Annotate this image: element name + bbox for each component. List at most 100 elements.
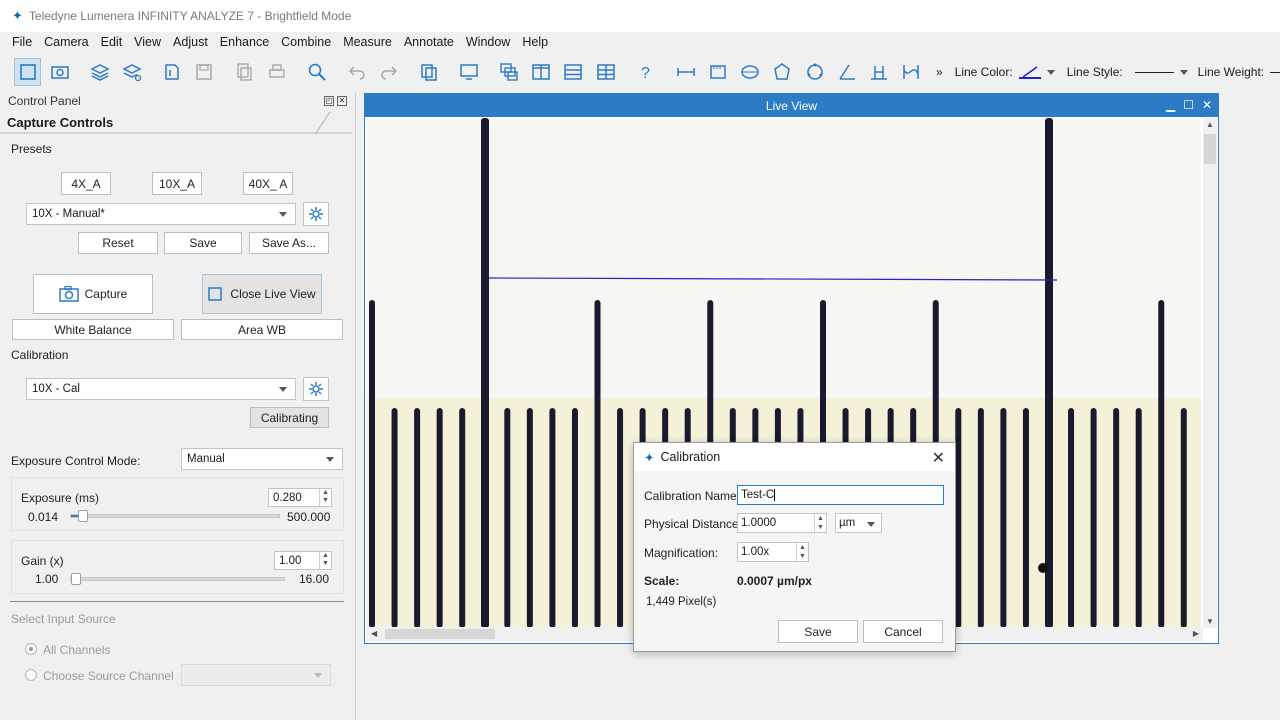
- redo-icon[interactable]: [375, 58, 402, 86]
- line-weight-swatch[interactable]: [1270, 71, 1280, 73]
- camera-icon: [58, 286, 79, 302]
- menu-file[interactable]: File: [12, 35, 32, 49]
- measure-profile-icon[interactable]: [898, 58, 925, 86]
- calibration-name-input[interactable]: Test-C: [737, 485, 944, 505]
- maximize-icon[interactable]: ☐: [1183, 98, 1194, 112]
- close-icon[interactable]: ✕: [1202, 98, 1212, 112]
- line-style-swatch[interactable]: [1134, 71, 1174, 73]
- tile-vertical-icon[interactable]: [528, 58, 555, 86]
- preset-10x-button[interactable]: 10X_A: [152, 172, 202, 195]
- copy-doc-icon[interactable]: [231, 58, 258, 86]
- open-file-icon[interactable]: [159, 58, 186, 86]
- menu-view[interactable]: View: [134, 35, 161, 49]
- menu-enhance[interactable]: Enhance: [220, 35, 269, 49]
- close-icon[interactable]: ✕: [932, 448, 945, 468]
- measure-ellipse-icon[interactable]: [737, 58, 764, 86]
- close-panel-icon[interactable]: ✕: [337, 96, 347, 106]
- duplicate-icon[interactable]: [415, 58, 442, 86]
- menu-combine[interactable]: Combine: [281, 35, 331, 49]
- graticule-line: [481, 300, 488, 628]
- menu-help[interactable]: Help: [522, 35, 548, 49]
- measure-line-icon[interactable]: [672, 58, 699, 86]
- calibration-save-button[interactable]: Save: [778, 620, 858, 643]
- unit-select[interactable]: µm: [835, 513, 882, 533]
- monitor-icon[interactable]: [455, 58, 482, 86]
- menu-annotate[interactable]: Annotate: [404, 35, 454, 49]
- menu-adjust[interactable]: Adjust: [173, 35, 208, 49]
- divider: [10, 601, 344, 602]
- minimize-icon[interactable]: ▁: [1166, 98, 1175, 112]
- reset-button[interactable]: Reset: [78, 232, 158, 254]
- scroll-up-icon[interactable]: ▲: [1206, 120, 1214, 129]
- undo-icon[interactable]: [343, 58, 370, 86]
- menu-camera[interactable]: Camera: [44, 35, 88, 49]
- scroll-left-icon[interactable]: ◀: [371, 629, 377, 638]
- measure-rect-icon[interactable]: [704, 58, 731, 86]
- all-channels-label: All Channels: [43, 643, 111, 657]
- spin-arrows-icon[interactable]: ▲ ▼: [814, 514, 826, 532]
- tile-horizontal-icon[interactable]: [560, 58, 587, 86]
- physical-distance-input[interactable]: 1.0000 ▲ ▼: [737, 513, 827, 533]
- measure-circle-icon[interactable]: [801, 58, 828, 86]
- tile-grid-icon[interactable]: [592, 58, 619, 86]
- cascade-icon[interactable]: [495, 58, 522, 86]
- preset-select[interactable]: 10X - Manual*: [26, 203, 296, 225]
- menu-window[interactable]: Window: [466, 35, 510, 49]
- gain-slider-thumb[interactable]: [71, 573, 81, 585]
- line-style-dropdown-icon[interactable]: [1179, 69, 1188, 75]
- spin-arrows-icon[interactable]: ▲ ▼: [319, 552, 331, 569]
- vertical-scrollbar[interactable]: ▲ ▼: [1203, 118, 1217, 628]
- calibration-settings-button[interactable]: [303, 377, 329, 401]
- graticule-line: [1135, 408, 1142, 628]
- exposure-slider[interactable]: [70, 510, 280, 522]
- save-preset-button[interactable]: Save: [164, 232, 242, 254]
- help-icon[interactable]: ?: [632, 58, 659, 86]
- calibrating-button[interactable]: Calibrating: [250, 407, 329, 428]
- preset-settings-button[interactable]: [303, 202, 329, 226]
- measure-count-icon[interactable]: [866, 58, 893, 86]
- capture-controls-tab[interactable]: Capture Controls: [0, 112, 352, 134]
- stack-icon[interactable]: [86, 58, 113, 86]
- select-tool-icon[interactable]: [14, 58, 42, 86]
- choose-source-radio[interactable]: [25, 669, 37, 681]
- menu-measure[interactable]: Measure: [343, 35, 392, 49]
- float-panel-icon[interactable]: ◰: [324, 96, 334, 106]
- save-as-button[interactable]: Save As...: [249, 232, 329, 254]
- toolbar-overflow-icon[interactable]: »: [936, 65, 943, 79]
- exposure-input[interactable]: 0.280 ▲ ▼: [268, 488, 332, 507]
- close-live-view-button[interactable]: Close Live View: [202, 274, 322, 314]
- magnification-input[interactable]: 1.00x ▲ ▼: [737, 542, 809, 562]
- gain-input[interactable]: 1.00 ▲ ▼: [274, 551, 332, 570]
- measure-polygon-icon[interactable]: [769, 58, 796, 86]
- calibration-select[interactable]: 10X - Cal: [26, 378, 296, 400]
- exposure-slider-thumb[interactable]: [78, 510, 89, 522]
- scroll-right-icon[interactable]: ▶: [1193, 629, 1199, 638]
- print-icon[interactable]: [263, 58, 290, 86]
- area-wb-button[interactable]: Area WB: [181, 319, 343, 340]
- scroll-down-icon[interactable]: ▼: [1206, 617, 1214, 626]
- preset-40x-button[interactable]: 40X_ A: [243, 172, 293, 195]
- vertical-scroll-thumb[interactable]: [1204, 134, 1216, 164]
- capture-label: Capture: [84, 287, 128, 301]
- physical-distance-value: 1.0000: [741, 517, 777, 529]
- line-color-dropdown-icon[interactable]: [1046, 69, 1055, 75]
- save-icon[interactable]: [191, 58, 218, 86]
- white-balance-button[interactable]: White Balance: [12, 319, 174, 340]
- preset-4x-button[interactable]: 4X_A: [61, 172, 111, 195]
- exposure-mode-select[interactable]: Manual: [181, 448, 343, 470]
- camera-icon[interactable]: [46, 58, 73, 86]
- stack-settings-icon[interactable]: [119, 58, 146, 86]
- spin-arrows-icon[interactable]: ▲ ▼: [319, 489, 331, 506]
- graticule-line: [1180, 408, 1187, 628]
- measure-angle-icon[interactable]: [833, 58, 860, 86]
- line-color-swatch[interactable]: [1018, 65, 1041, 79]
- spin-arrows-icon[interactable]: ▲ ▼: [796, 543, 808, 561]
- horizontal-scroll-thumb[interactable]: [385, 629, 495, 639]
- source-channel-select[interactable]: [181, 664, 331, 686]
- all-channels-radio[interactable]: [25, 643, 37, 655]
- zoom-icon[interactable]: [303, 58, 330, 86]
- capture-button[interactable]: Capture: [33, 274, 153, 314]
- gain-slider[interactable]: [70, 573, 285, 585]
- calibration-cancel-button[interactable]: Cancel: [863, 620, 943, 643]
- menu-edit[interactable]: Edit: [101, 35, 123, 49]
